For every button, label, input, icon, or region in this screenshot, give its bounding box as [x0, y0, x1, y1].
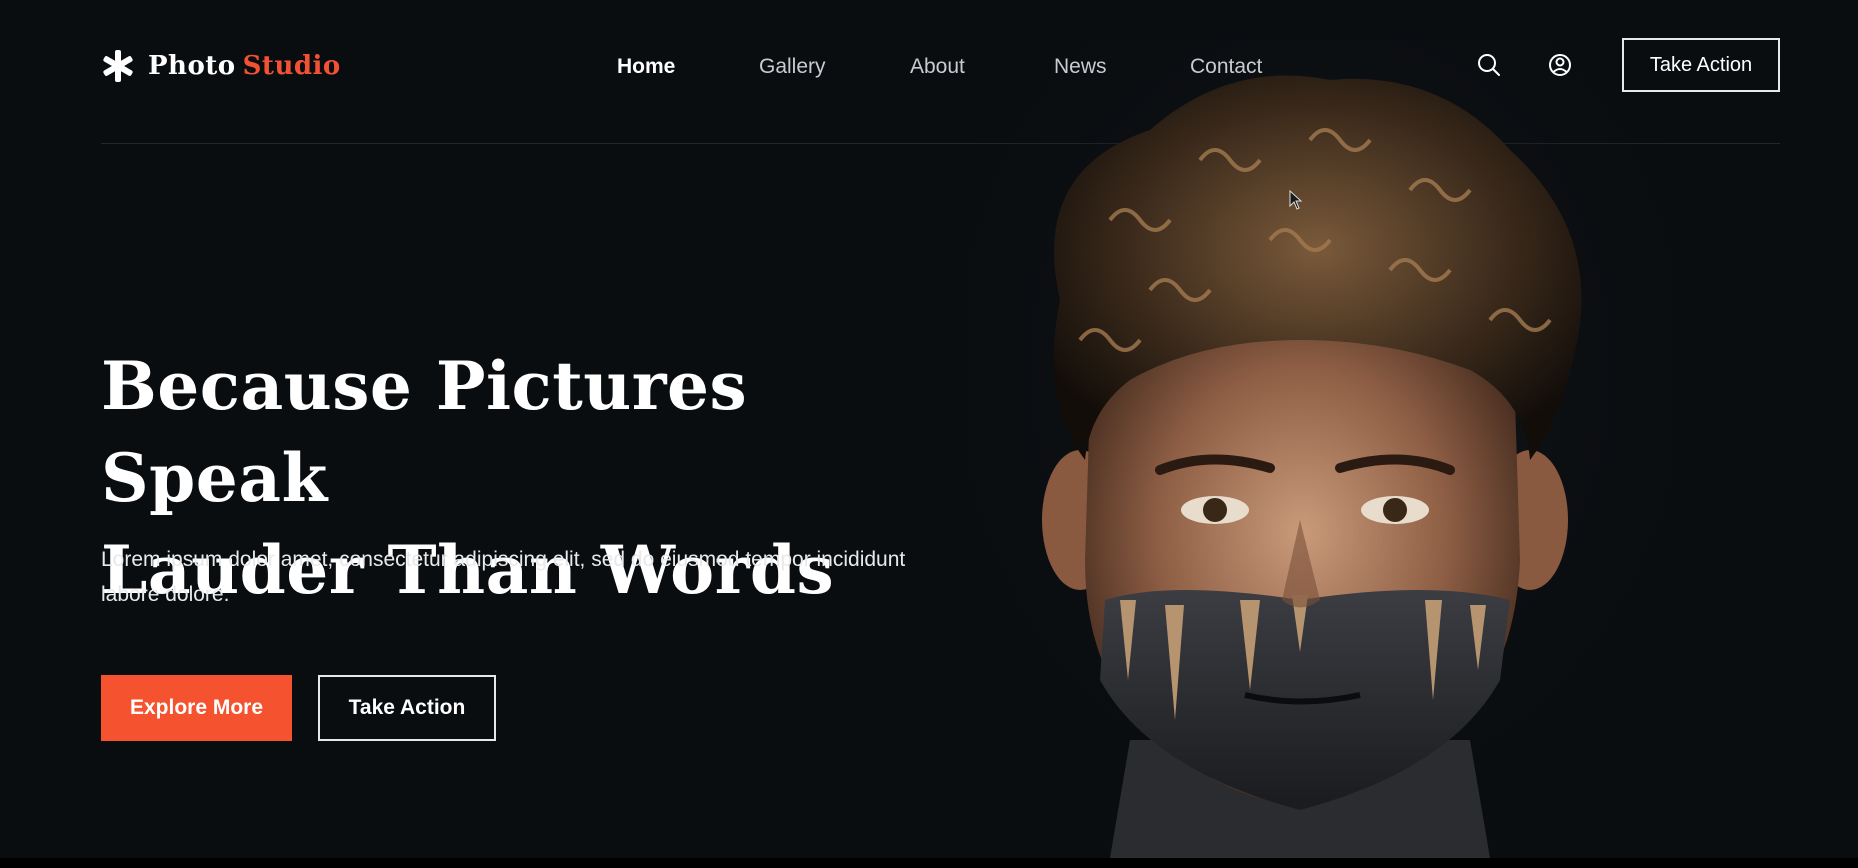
hero-description: Lorem ipsum dolor amet, consectetur adip… — [101, 548, 906, 606]
main-nav: Home Gallery About News Contact — [0, 50, 1858, 84]
nav-item-contact[interactable]: Contact — [1190, 50, 1262, 84]
nav-item-about[interactable]: About — [910, 50, 965, 84]
header-take-action-button[interactable]: Take Action — [1622, 38, 1780, 92]
hero-page: Photo Studio Home Gallery About News Cont… — [0, 0, 1858, 858]
user-circle-icon — [1549, 54, 1571, 76]
nav-item-news[interactable]: News — [1054, 50, 1107, 84]
explore-more-button[interactable]: Explore More — [101, 675, 292, 741]
account-button[interactable] — [1547, 52, 1573, 78]
mouse-cursor-icon — [1289, 190, 1303, 210]
hero-title-line-1: Because Pictures Speak — [101, 347, 748, 517]
hero-portrait-image — [970, 40, 1670, 858]
bottom-edge — [0, 858, 1858, 868]
site-header: Photo Studio Home Gallery About News Cont… — [0, 0, 1858, 144]
search-button[interactable] — [1476, 52, 1502, 78]
search-icon — [1478, 54, 1500, 76]
nav-item-gallery[interactable]: Gallery — [759, 50, 826, 84]
hero-take-action-button[interactable]: Take Action — [318, 675, 496, 741]
nav-item-home[interactable]: Home — [617, 50, 675, 84]
